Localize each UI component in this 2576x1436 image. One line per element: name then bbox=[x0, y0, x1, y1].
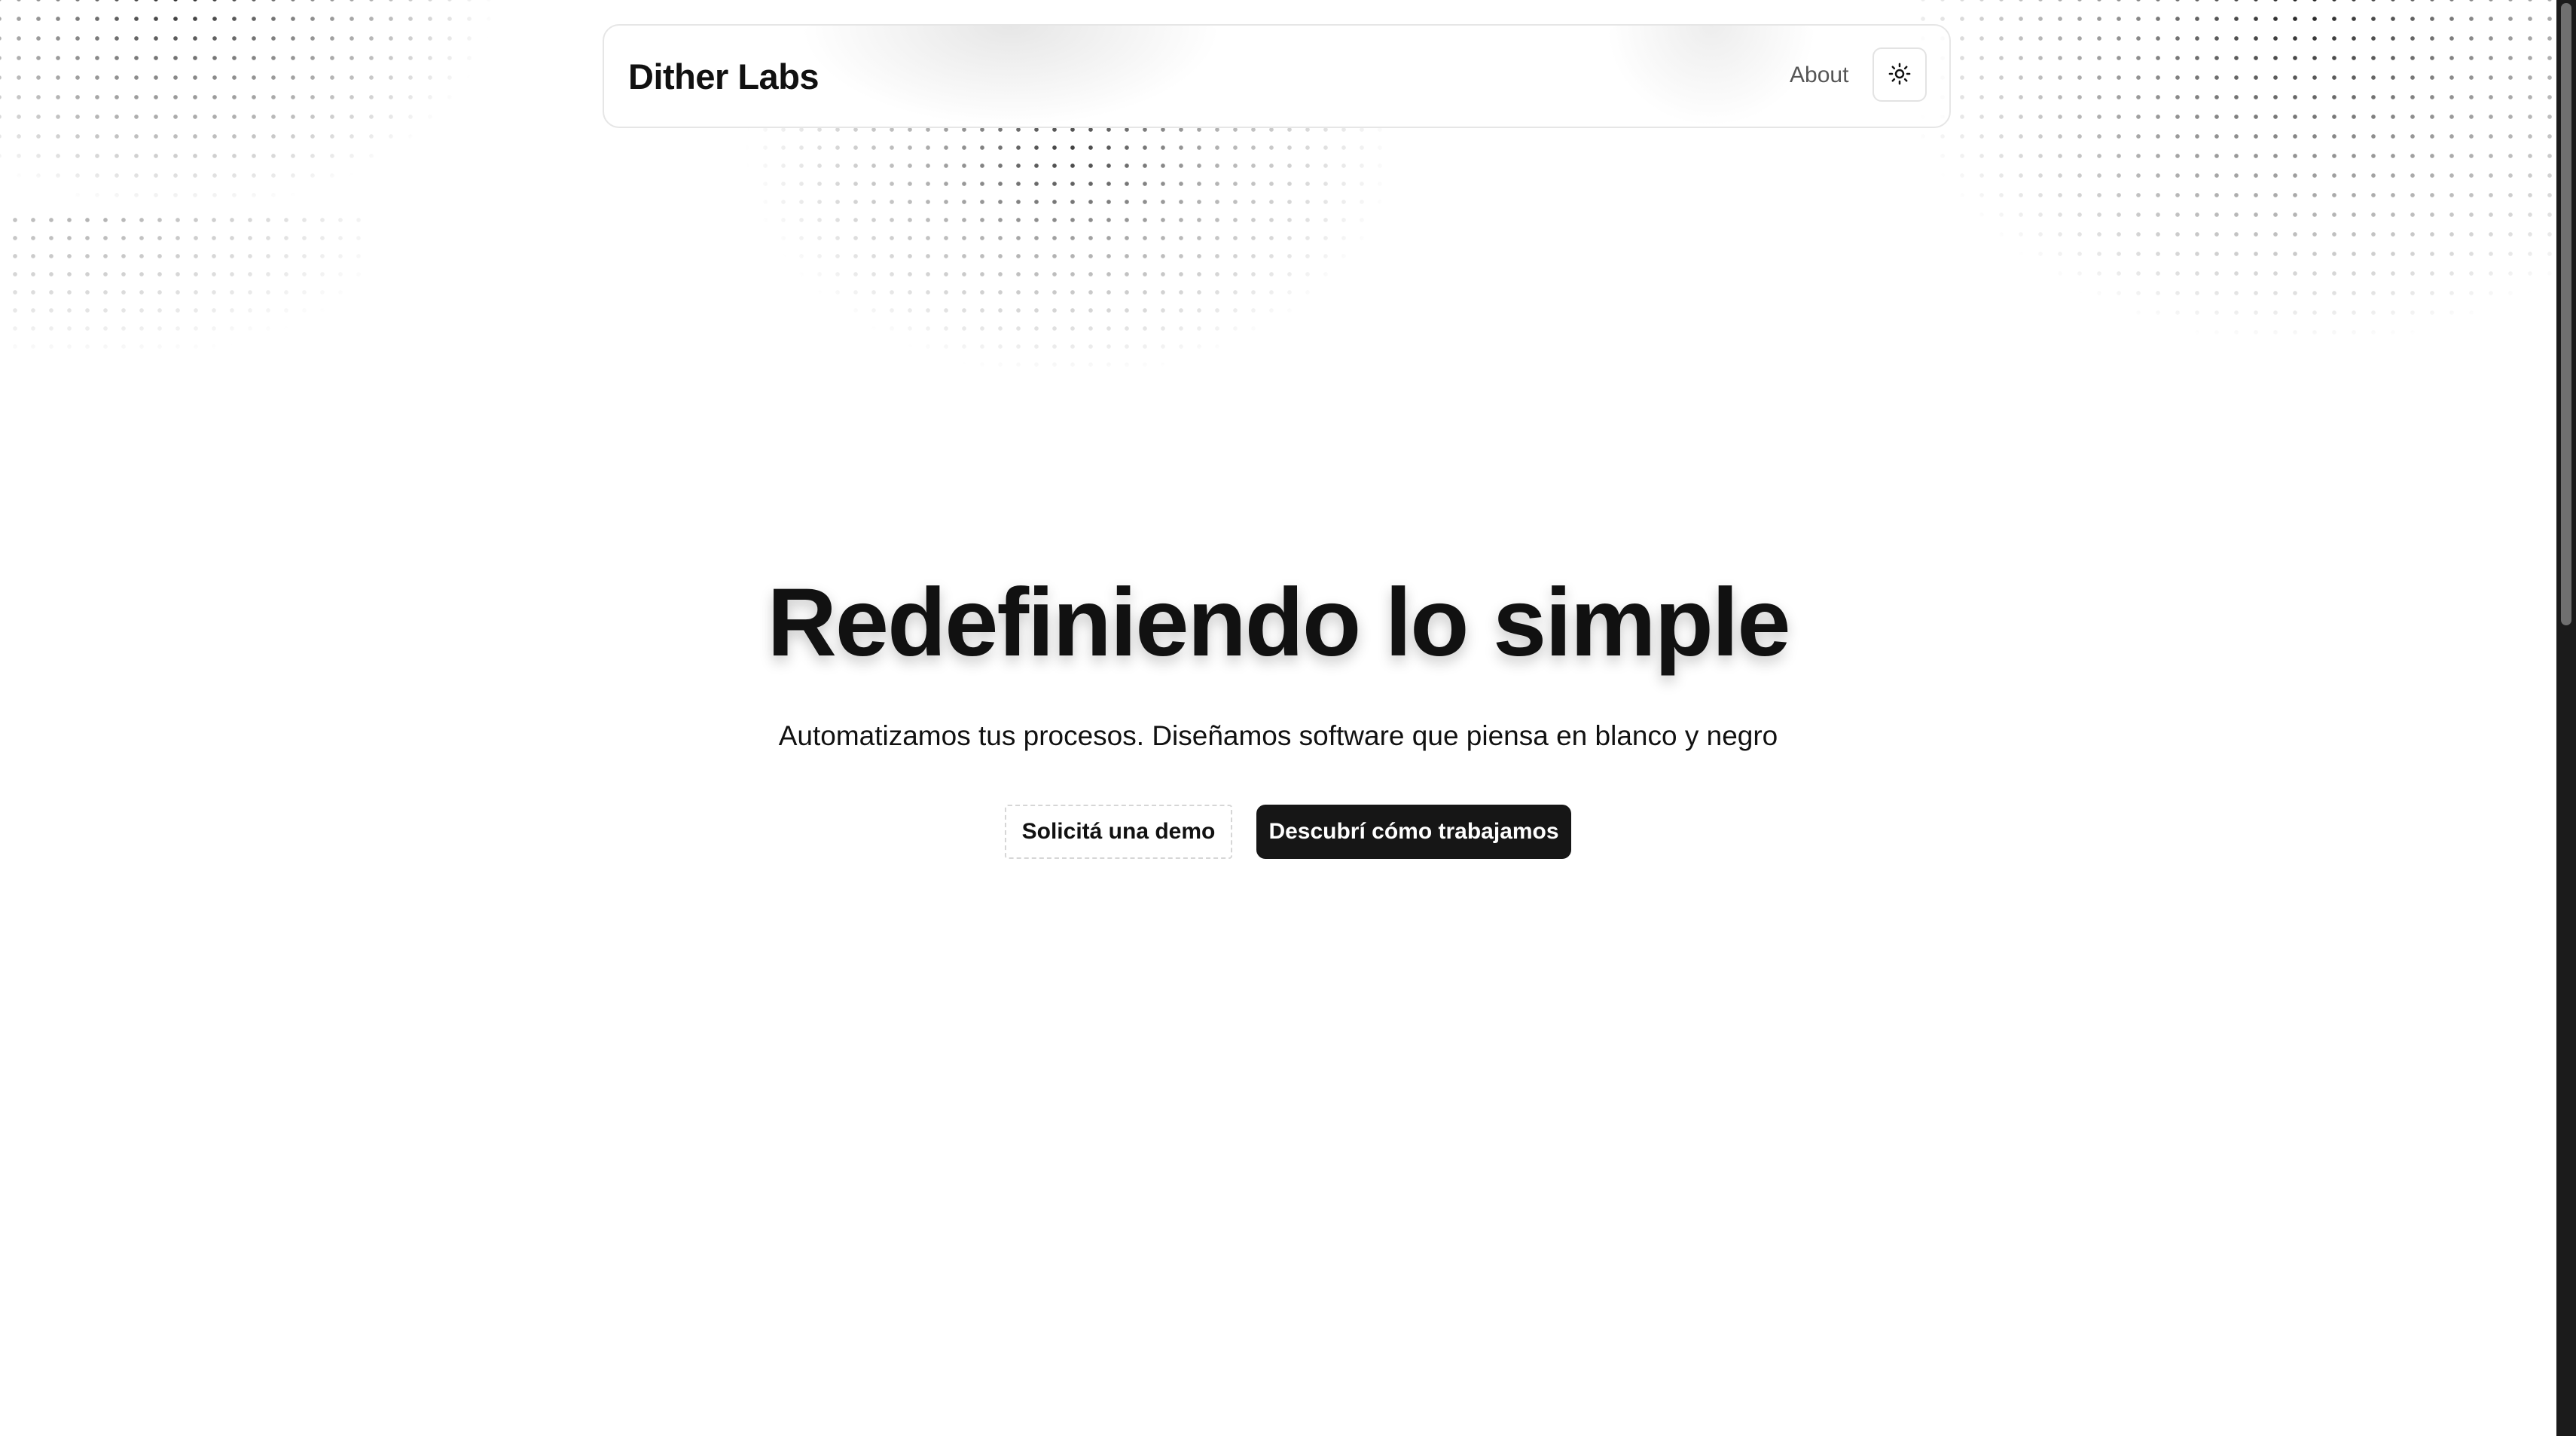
dither-pattern-center bbox=[738, 121, 1416, 467]
header-blur-right bbox=[1606, 26, 1817, 127]
hero-title: Redefiniendo lo simple bbox=[767, 569, 1790, 677]
discover-button[interactable]: Descubrí cómo trabajamos bbox=[1256, 805, 1571, 859]
dither-pattern-faint bbox=[0, 211, 362, 407]
nav-link-about[interactable]: About bbox=[1790, 60, 1848, 90]
brand-logo[interactable]: Dither Labs bbox=[628, 54, 819, 99]
site-header: Dither Labs About bbox=[603, 24, 1951, 128]
sun-icon bbox=[1888, 63, 1911, 87]
dither-pattern-right bbox=[1913, 0, 2556, 437]
scrollbar-thumb[interactable] bbox=[2561, 3, 2571, 625]
theme-toggle-button[interactable] bbox=[1872, 47, 1927, 102]
request-demo-button[interactable]: Solicitá una demo bbox=[1005, 805, 1232, 859]
page: Dither Labs About Redefiniendo lo simple… bbox=[0, 0, 2556, 1436]
scrollbar[interactable] bbox=[2556, 0, 2576, 1436]
hero-subtitle: Automatizamos tus procesos. Diseñamos so… bbox=[778, 720, 1778, 751]
dither-pattern-left bbox=[0, 0, 512, 301]
header-blur-left bbox=[800, 26, 1222, 127]
